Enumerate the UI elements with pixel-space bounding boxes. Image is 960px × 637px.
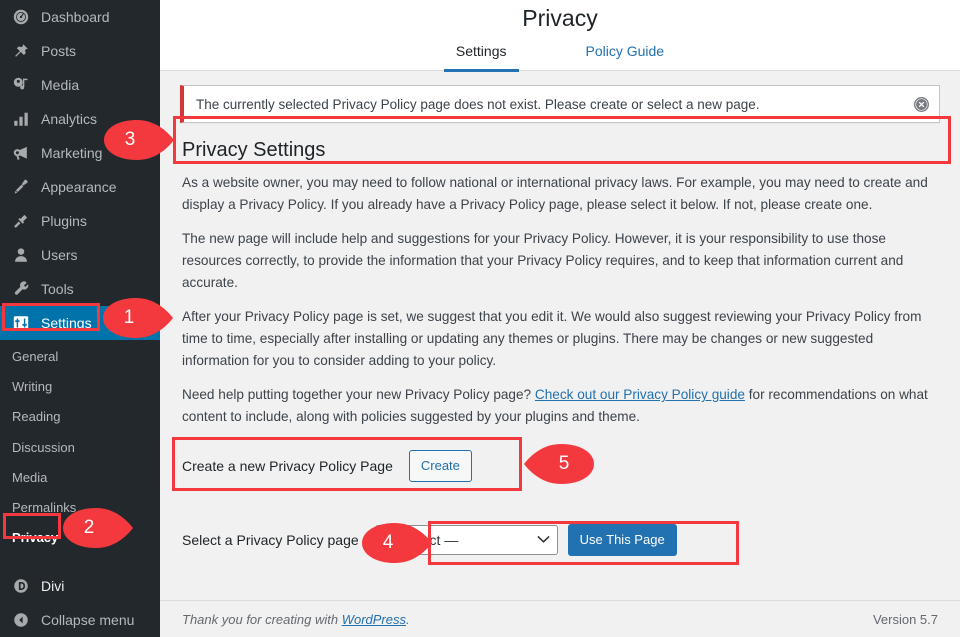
sidebar-item-dashboard[interactable]: Dashboard: [0, 0, 160, 34]
sidebar-item-label: Plugins: [41, 213, 87, 229]
paragraph-3: After your Privacy Policy page is set, w…: [182, 309, 922, 369]
sidebar-item-label: Settings: [41, 315, 92, 331]
select-page-label: Select a Privacy Policy page: [182, 532, 359, 549]
sidebar-item-writing[interactable]: Writing: [0, 372, 160, 402]
wrench-icon: [10, 279, 32, 299]
sidebar-item-label: Dashboard: [41, 9, 110, 25]
notice-message: The currently selected Privacy Policy pa…: [196, 96, 760, 112]
privacy-settings-body: Privacy Settings As a website owner, you…: [160, 123, 960, 557]
footer-version: Version 5.7: [872, 611, 938, 627]
footer-thanks-before: Thank you for creating with: [182, 611, 342, 627]
create-page-label: Create a new Privacy Policy Page: [182, 458, 393, 475]
media-icon: [10, 75, 32, 95]
sidebar-collapse-menu[interactable]: Collapse menu: [0, 603, 160, 637]
callout-number: 1: [123, 307, 135, 328]
user-icon: [10, 245, 32, 265]
page-title: Privacy: [522, 5, 598, 31]
page-header: Privacy Settings Policy Guide: [160, 0, 960, 72]
section-title: Privacy Settings: [182, 139, 326, 161]
sidebar-item-users[interactable]: Users: [0, 238, 160, 272]
megaphone-icon: [10, 143, 32, 163]
dashboard-icon: [10, 7, 32, 27]
create-page-row: Create a new Privacy Policy Page Create: [182, 444, 512, 488]
sidebar-item-label: Media: [41, 77, 80, 93]
dismiss-circle-icon[interactable]: [911, 94, 931, 114]
callout-4: 4: [362, 523, 432, 563]
sidebar-item-divi[interactable]: Divi: [0, 569, 160, 603]
paintbrush-icon: [10, 177, 32, 197]
sidebar-item-media[interactable]: Media: [0, 68, 160, 102]
wordpress-link[interactable]: WordPress: [342, 612, 406, 627]
create-button[interactable]: Create: [408, 450, 472, 483]
sidebar-item-label: Tools: [41, 281, 74, 297]
pin-icon: [10, 41, 32, 61]
sidebar-item-reading[interactable]: Reading: [0, 402, 160, 432]
paragraph-1: As a website owner, you may need to foll…: [182, 175, 928, 213]
plug-icon: [10, 211, 32, 231]
paragraph-4-before: Need help putting together your new Priv…: [182, 387, 535, 403]
tab-settings[interactable]: Settings: [443, 37, 519, 72]
sidebar-item-label: Analytics: [41, 111, 98, 127]
privacy-policy-guide-link[interactable]: Check out our Privacy Policy guide: [535, 387, 745, 402]
sidebar-item-media-settings[interactable]: Media: [0, 463, 160, 493]
use-this-page-button[interactable]: Use This Page: [567, 524, 677, 557]
tab-bar: Settings Policy Guide: [160, 37, 960, 72]
sidebar-item-label: Marketing: [41, 145, 103, 161]
notice-container: The currently selected Privacy Policy pa…: [160, 71, 960, 123]
callout-2: 2: [63, 508, 133, 548]
callout-3: 3: [104, 120, 174, 160]
callout-1: 1: [103, 298, 173, 338]
main-content: Privacy Settings Policy Guide The curren…: [160, 0, 960, 637]
collapse-arrow-icon: [10, 610, 32, 630]
paragraph-2: The new page will include help and sugge…: [182, 231, 904, 291]
sidebar-item-label: Users: [41, 247, 78, 263]
sidebar-item-general[interactable]: General: [0, 342, 160, 372]
sidebar-divider: [0, 559, 160, 569]
sidebar-item-discussion[interactable]: Discussion: [0, 433, 160, 463]
notice-banner: The currently selected Privacy Policy pa…: [180, 85, 940, 123]
sidebar-item-label: Posts: [41, 43, 77, 59]
divi-icon: [10, 576, 32, 596]
sidebar-item-appearance[interactable]: Appearance: [0, 170, 160, 204]
sidebar-item-label: Divi: [41, 578, 65, 595]
callout-number: 2: [83, 517, 95, 538]
sidebar-item-label: Appearance: [41, 179, 117, 195]
sidebar-item-plugins[interactable]: Plugins: [0, 204, 160, 238]
wordpress-admin-screen: Dashboard Posts Media Analytics Marketin: [0, 0, 960, 637]
callout-number: 3: [124, 129, 136, 150]
callout-number: 5: [558, 453, 570, 474]
callout-5: 5: [524, 444, 594, 484]
footer-thanks: Thank you for creating with WordPress.: [182, 612, 410, 627]
paragraph-4: Need help putting together your new Priv…: [182, 384, 940, 428]
select-page-row: Select a Privacy Policy page — Select — …: [182, 524, 940, 557]
admin-footer: Thank you for creating with WordPress. V…: [160, 600, 960, 637]
callout-number: 4: [382, 532, 394, 553]
sidebar-item-label: Collapse menu: [41, 612, 135, 629]
bar-chart-icon: [10, 109, 32, 129]
sliders-icon: [10, 313, 32, 333]
footer-thanks-after: .: [406, 611, 410, 627]
sidebar-item-posts[interactable]: Posts: [0, 34, 160, 68]
tab-policy-guide[interactable]: Policy Guide: [574, 37, 677, 72]
